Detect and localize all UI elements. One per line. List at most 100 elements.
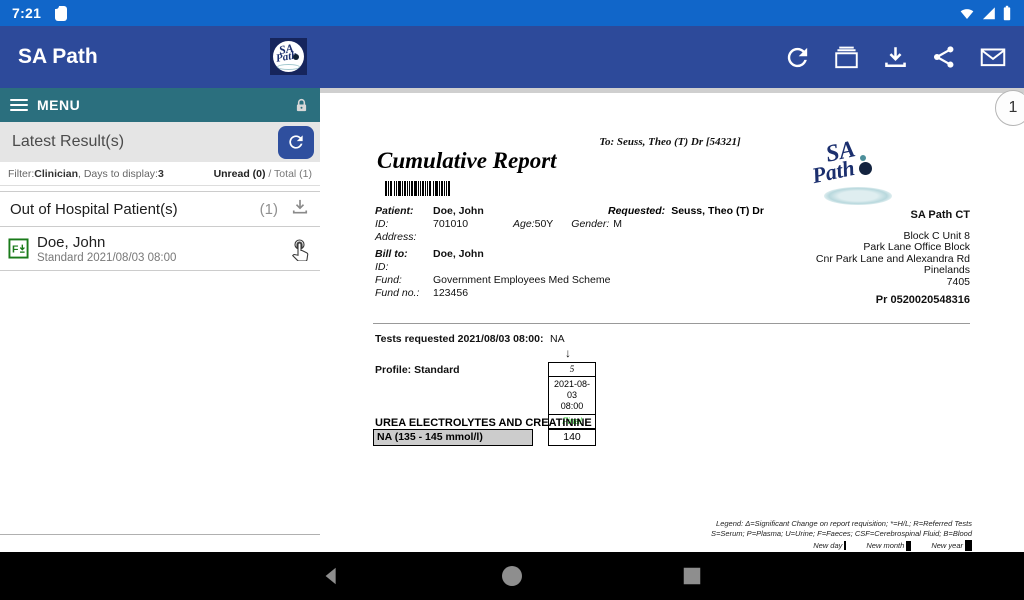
android-nav-bar — [0, 552, 1024, 600]
sidebar-bottom-divider — [0, 534, 320, 535]
report-to-line: To: Seuss, Theo (T) Dr [54321] — [550, 136, 790, 148]
battery-icon — [1002, 5, 1012, 21]
email-icon[interactable] — [978, 42, 1008, 72]
download-icon[interactable] — [880, 42, 910, 72]
patient-value: Doe, John — [433, 205, 484, 218]
barcode — [378, 181, 458, 196]
app-bar: SA Path SAPath — [0, 26, 1024, 88]
wifi-icon — [959, 6, 975, 20]
fund-value: Government Employees Med Scheme — [433, 274, 610, 287]
fund-no-value: 123456 — [433, 287, 468, 300]
signal-icon — [981, 6, 996, 20]
latest-results-header: Latest Result(s) — [0, 122, 320, 162]
gender-value: M — [613, 218, 622, 231]
sidebar: MENU Latest Result(s) Filter: Clinician … — [0, 88, 320, 552]
filter-days-label: , Days to display: — [78, 168, 158, 180]
tests-requested-label: Tests requested 2021/08/03 08:00: — [375, 333, 544, 345]
sapath-logo-circle: SAPath — [273, 41, 304, 72]
legend-line1: Legend: Δ=Significant Change on report r… — [711, 519, 972, 529]
requested-label: Requested: — [608, 205, 665, 217]
report-legend: Legend: Δ=Significant Change on report r… — [711, 519, 972, 551]
filter-label: Filter: — [8, 168, 34, 180]
column-date: 2021-08-03 — [549, 379, 595, 401]
new-day-label: New day — [813, 541, 842, 551]
patient-detail: Standard 2021/08/03 08:00 — [37, 252, 176, 264]
horizontal-rule — [373, 323, 970, 324]
lab-address-block: SA Path CT Block C Unit 8 Park Lane Offi… — [816, 210, 970, 307]
results-section-header: UREA ELECTROLYTES AND CREATININE — [375, 417, 592, 429]
patient-label: Patient: — [375, 205, 433, 218]
lab-name: SA Path CT — [816, 210, 970, 222]
svg-text:F: F — [12, 243, 19, 255]
page-number-badge: 1 — [995, 90, 1024, 126]
menu-bar: MENU — [0, 88, 320, 122]
hand-cursor-icon — [288, 237, 312, 261]
viewer-top-strip — [320, 88, 1024, 93]
filter-clinician: Clinician — [34, 168, 78, 180]
patient-texts: Doe, John Standard 2021/08/03 08:00 — [37, 234, 176, 264]
document-viewer[interactable]: 1 To: Seuss, Theo (T) Dr [54321] Cumulat… — [320, 88, 1024, 552]
fund-no-label: Fund no.: — [375, 287, 433, 300]
sidebar-empty-space — [0, 271, 320, 552]
down-arrow: ↓ — [565, 346, 571, 360]
share-icon[interactable] — [929, 42, 959, 72]
unread-count: Unread (0) — [214, 168, 266, 180]
group-download-icon[interactable] — [290, 197, 310, 222]
pages-icon[interactable] — [831, 42, 861, 72]
home-icon[interactable] — [492, 556, 532, 596]
file-download-icon: F — [8, 238, 29, 259]
new-month-bar — [906, 541, 911, 551]
clock: 7:21 — [12, 5, 41, 21]
group-title: Out of Hospital Patient(s) — [10, 201, 178, 218]
status-icons — [959, 5, 1012, 21]
gender-label: Gender: — [571, 218, 609, 231]
column-number: 5 — [549, 363, 595, 377]
requested-value: Seuss, Theo (T) Dr — [671, 205, 764, 217]
bill-to-value: Doe, John — [433, 248, 484, 261]
sapath-report-logo: SAPath — [810, 143, 890, 201]
group-header-out-of-hospital[interactable]: Out of Hospital Patient(s) (1) — [0, 191, 320, 227]
notification-icon — [55, 6, 67, 21]
id-value: 701010 — [433, 218, 513, 231]
patient-list-item[interactable]: F Doe, John Standard 2021/08/03 08:00 — [0, 227, 320, 271]
sapath-logo-icon: SAPath — [270, 38, 307, 75]
bill-id-label: ID: — [375, 261, 433, 274]
practice-number: Pr 0520020548316 — [816, 295, 970, 307]
legend-line2: S=Serum; P=Plasma; U=Urine; F=Faeces; CS… — [711, 529, 972, 539]
back-icon[interactable] — [312, 556, 352, 596]
screen: 7:21 SA Path SAPath — [0, 0, 1024, 600]
latest-results-title: Latest Result(s) — [12, 133, 124, 151]
recents-icon[interactable] — [672, 556, 712, 596]
age-value: 50Y — [535, 218, 554, 231]
lock-icon[interactable] — [293, 95, 310, 116]
profile-label: Profile: Standard — [375, 364, 460, 376]
bill-to-label: Bill to: — [375, 248, 433, 261]
age-label: Age: — [513, 218, 535, 231]
patient-details: Patient:Doe, John ID:701010Age:50YGender… — [375, 205, 605, 300]
unread-total: Unread (0) / Total (1) — [214, 168, 312, 180]
filter-row: Filter: Clinician , Days to display: 3 U… — [0, 162, 320, 186]
app-title: SA Path — [18, 45, 98, 69]
filter-days-value: 3 — [158, 168, 164, 180]
new-day-bar — [844, 541, 846, 550]
menu-label[interactable]: MENU — [37, 97, 80, 113]
main: MENU Latest Result(s) Filter: Clinician … — [0, 88, 1024, 552]
lab-address-line: Pinelands — [816, 265, 970, 277]
hamburger-menu-icon[interactable] — [10, 99, 28, 111]
id-label: ID: — [375, 218, 433, 231]
status-bar: 7:21 — [0, 0, 1024, 26]
new-year-label: New year — [931, 541, 963, 551]
refresh-icon[interactable] — [782, 42, 812, 72]
analyte-cell: NA (135 - 145 mmol/l) — [373, 429, 533, 446]
total-count: / Total (1) — [266, 168, 313, 180]
report-title: Cumulative Report — [377, 148, 557, 174]
new-month-label: New month — [866, 541, 904, 551]
tests-requested-value: NA — [550, 333, 565, 345]
group-count: (1) — [260, 201, 278, 218]
patient-name: Doe, John — [37, 234, 176, 251]
results-refresh-button[interactable] — [278, 126, 314, 159]
lab-address-line: Park Lane Office Block — [816, 242, 970, 254]
lab-address-line: 7405 — [816, 277, 970, 289]
fund-label: Fund: — [375, 274, 433, 287]
legend-bars: New day New month New year — [711, 540, 972, 551]
